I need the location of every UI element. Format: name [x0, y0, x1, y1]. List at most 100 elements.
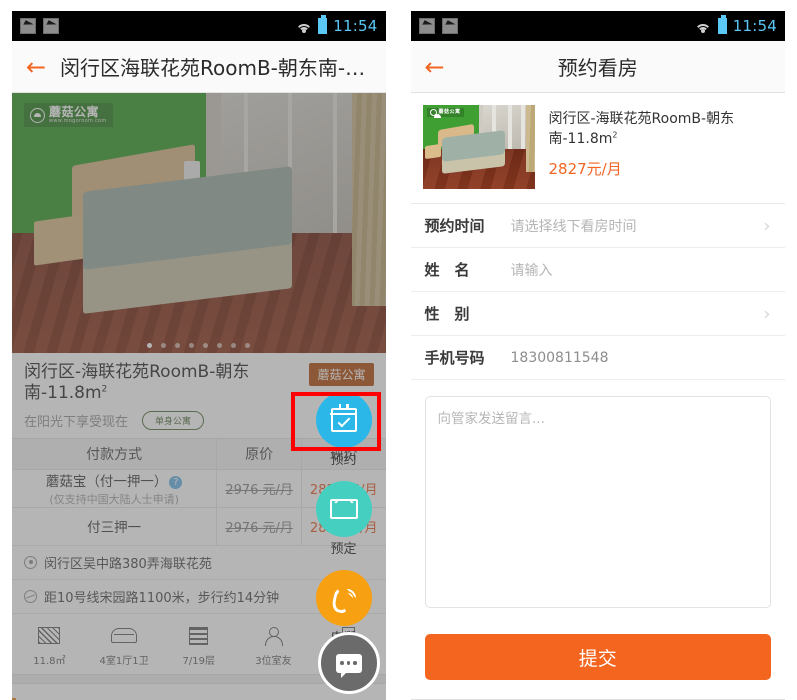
dot[interactable]: [189, 343, 195, 348]
th-original-price: 原价: [245, 446, 274, 463]
back-arrow-icon[interactable]: ←: [26, 55, 54, 79]
status-bar-right: 11:54: [410, 11, 785, 41]
dot[interactable]: [147, 343, 153, 348]
help-icon[interactable]: ?: [169, 475, 183, 489]
floating-action-buttons: 预约 预定 电话: [308, 392, 380, 659]
address-text: 闵行区吴中路380弄海联花苑: [44, 556, 212, 572]
mushroom-logo-icon: [429, 109, 441, 118]
building-icon: [189, 626, 209, 645]
roommates-icon: [263, 626, 284, 646]
status-left-icons: [418, 18, 458, 34]
watermark-url: www.mogoroom.com: [49, 118, 107, 124]
listing-title-text: 闵行区-海联花苑RoomB-朝东南-11.8m: [24, 362, 250, 404]
dot[interactable]: [161, 343, 167, 348]
field-value: 请选择线下看房时间: [510, 218, 637, 235]
brand-badge: 蘑菇公寓: [309, 363, 374, 386]
mogoroom-watermark: 蘑菇公寓 www.mogoroom.com: [24, 103, 113, 127]
photo-pager-dots[interactable]: [12, 343, 386, 348]
field-name[interactable]: 姓 名 请输入: [410, 248, 785, 292]
message-textarea[interactable]: 向管家发送留言...: [424, 396, 771, 608]
app-bar-right: ← 预约看房: [410, 41, 785, 93]
chat-bubble-icon[interactable]: [317, 632, 380, 694]
battery-icon: [717, 15, 727, 34]
status-bar-left: 11:54: [12, 11, 386, 41]
plan-cell: 蘑菇宝（付一押一）? (仅支持中国大陆人士申请): [12, 470, 216, 507]
field-label: 手机号码: [424, 349, 485, 367]
page-title: 闵行区海联花苑RoomB-朝东南-1...: [60, 56, 372, 80]
property-photo[interactable]: 蘑菇公寓 www.mogoroom.com: [12, 93, 386, 353]
app-icon: [43, 18, 59, 34]
calendar-check-icon[interactable]: [315, 392, 372, 448]
status-clock: 11:54: [333, 17, 378, 35]
summary-title-sup: 2: [612, 130, 618, 140]
wifi-icon: [295, 20, 313, 33]
listing-thumbnail[interactable]: 蘑菇公寓: [422, 105, 535, 189]
chevron-right-icon[interactable]: ›: [763, 215, 771, 237]
transit-text: 距10号线宋园路1100米，步行约14分钟: [44, 590, 280, 606]
field-appointment-time[interactable]: 预约时间 请选择线下看房时间 ›: [410, 204, 785, 248]
field-label: 预约时间: [424, 217, 485, 235]
name-input[interactable]: 请输入: [511, 260, 772, 280]
fab-appointment[interactable]: 预约: [308, 392, 380, 468]
right-phone-screen: 11:54 ← 预约看房 蘑菇公寓 闵行区-海联花苑RoomB-朝东南-11.8…: [398, 0, 797, 700]
app-icon: [441, 18, 458, 34]
submit-button[interactable]: 提交: [424, 634, 771, 680]
phone-input[interactable]: 18300811548: [511, 350, 772, 366]
status-clock: 11:54: [732, 17, 777, 35]
left-phone-screen: 11:54 ← 闵行区海联花苑RoomB-朝东南-1... 蘑菇公寓 www.m…: [0, 0, 398, 700]
plan-name: 蘑菇宝（付一押一）: [45, 473, 168, 490]
fact-layout: 4室1厅1卫: [87, 623, 162, 667]
fact-label: 3位室友: [255, 655, 292, 667]
fab-label: 预约: [330, 453, 357, 468]
field-label: 性 别: [424, 305, 470, 323]
wifi-icon: [694, 20, 712, 33]
th-payment-method: 付款方式: [86, 446, 143, 463]
old-price-cell: 2976 元/月: [217, 479, 301, 498]
app-icon: [20, 18, 36, 34]
app-bar-left: ← 闵行区海联花苑RoomB-朝东南-1...: [12, 41, 386, 93]
field-gender[interactable]: 性 别 ›: [410, 292, 785, 336]
fact-floor: 7/19层: [161, 623, 236, 667]
chevron-right-icon[interactable]: ›: [763, 303, 771, 325]
phone-icon[interactable]: [315, 570, 372, 626]
plan-note: (仅支持中国大陆人士申请): [49, 492, 179, 506]
summary-title-text: 闵行区-海联花苑RoomB-朝东南-11.8m: [548, 111, 735, 147]
mail-icon[interactable]: [315, 481, 372, 537]
field-label: 姓 名: [424, 261, 470, 279]
fact-label: 4室1厅1卫: [99, 655, 149, 667]
listing-summary-card[interactable]: 蘑菇公寓 闵行区-海联花苑RoomB-朝东南-11.8m2 2827元/月: [410, 93, 785, 204]
old-price: 2976 元/月: [225, 482, 293, 498]
plan-name: 付三押一: [87, 520, 142, 536]
listing-summary-text: 闵行区-海联花苑RoomB-朝东南-11.8m2 2827元/月: [549, 105, 774, 189]
location-pin-icon: [24, 555, 37, 569]
field-phone[interactable]: 手机号码 18300811548: [410, 336, 785, 380]
battery-icon: [318, 15, 328, 34]
fact-label: 7/19层: [182, 655, 215, 667]
mushroom-logo-icon: [30, 107, 45, 123]
bed-icon: [111, 628, 138, 643]
app-icon: [418, 18, 435, 34]
curtain: [351, 93, 386, 307]
area-icon: [38, 627, 61, 644]
listing-subtitle: 在阳光下享受现在: [24, 414, 129, 430]
dot[interactable]: [231, 343, 237, 348]
apartment-type-tag: 单身公寓: [142, 410, 205, 430]
summary-price: 2827元/月: [548, 160, 622, 178]
watermark-brand: 蘑菇公寓: [438, 109, 461, 115]
fact-label: 11.8㎡: [33, 655, 66, 667]
dot[interactable]: [245, 343, 251, 348]
old-price: 2976 元/月: [225, 520, 293, 536]
dot[interactable]: [217, 343, 223, 348]
dot[interactable]: [175, 343, 181, 348]
fab-reserve[interactable]: 预定: [308, 481, 380, 557]
dot[interactable]: [203, 343, 209, 348]
page-title: 预约看房: [557, 56, 638, 80]
window-mullion: [333, 93, 338, 255]
section-title: 房间信息: [25, 695, 89, 700]
fact-area: 11.8㎡: [12, 623, 87, 667]
fact-roommates: 3位室友: [236, 623, 311, 667]
old-price-cell: 2976 元/月: [217, 517, 301, 536]
metro-icon: [24, 589, 37, 603]
status-right-icons: 11:54: [694, 15, 777, 35]
photo-content: [12, 93, 386, 353]
